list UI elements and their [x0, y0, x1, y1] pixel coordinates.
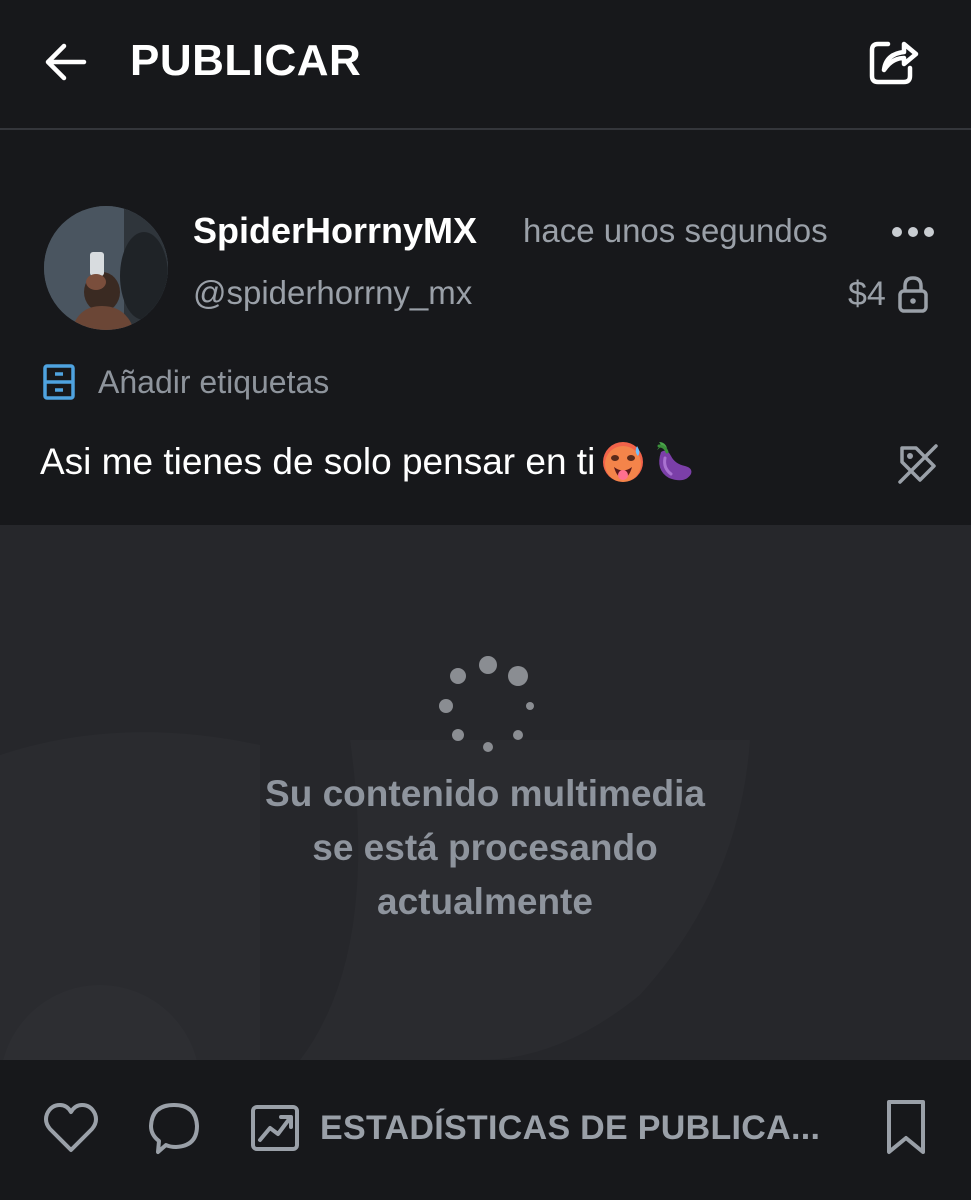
heart-icon — [44, 1103, 98, 1152]
post-screen: PUBLICAR SpiderHorrnyMX hace unos segund… — [0, 0, 971, 1200]
bookmark-button[interactable] — [880, 1098, 932, 1158]
post-caption: Asi me tienes de solo pensar en ti — [40, 440, 695, 484]
post-actions-bar: ESTADÍSTICAS DE PUBLICA... — [0, 1060, 971, 1200]
loading-spinner-icon — [439, 656, 534, 752]
author-handle[interactable]: @spiderhorrny_mx — [193, 274, 472, 312]
more-horizontal-icon — [892, 227, 934, 237]
avatar[interactable] — [44, 206, 168, 330]
price-badge: $4 — [848, 272, 930, 316]
price-text: $4 — [848, 274, 886, 313]
hot-face-emoji — [603, 442, 644, 482]
comment-button[interactable] — [146, 1100, 202, 1156]
arrow-left-icon — [45, 43, 87, 81]
comment-icon — [149, 1103, 199, 1154]
more-options-button[interactable] — [886, 212, 942, 252]
add-tags-label: Añadir etiquetas — [98, 363, 330, 400]
stats-chart-icon — [251, 1105, 299, 1151]
back-button[interactable] — [40, 36, 92, 88]
share-icon — [869, 41, 919, 85]
share-button[interactable] — [864, 32, 922, 90]
avatar-photo — [44, 206, 168, 330]
author-name[interactable]: SpiderHorrnyMX — [193, 210, 477, 252]
bookmark-icon — [887, 1100, 925, 1154]
post-caption-text: Asi me tienes de solo pensar en ti — [40, 441, 596, 482]
add-tags-button[interactable]: Añadir etiquetas — [42, 360, 329, 404]
lock-icon — [898, 276, 928, 313]
top-bar: PUBLICAR — [0, 0, 971, 130]
processing-message: Su contenido multimedia se está procesan… — [185, 767, 785, 929]
post-stats-label: ESTADÍSTICAS DE PUBLICA... — [320, 1108, 821, 1147]
processing-line: actualmente — [377, 881, 593, 922]
page-title: PUBLICAR — [130, 36, 362, 85]
tag-drawer-icon — [43, 364, 75, 400]
hide-tags-button[interactable] — [896, 442, 940, 486]
processing-line: Su contenido multimedia — [265, 773, 705, 814]
post-stats-button[interactable]: ESTADÍSTICAS DE PUBLICA... — [250, 1100, 820, 1156]
like-button[interactable] — [42, 1100, 100, 1156]
tag-off-icon — [898, 444, 938, 484]
processing-line: se está procesando — [312, 827, 658, 868]
post-time: hace unos segundos — [523, 212, 828, 249]
eggplant-emoji — [657, 442, 692, 481]
media-container: Su contenido multimedia se está procesan… — [0, 525, 971, 1060]
